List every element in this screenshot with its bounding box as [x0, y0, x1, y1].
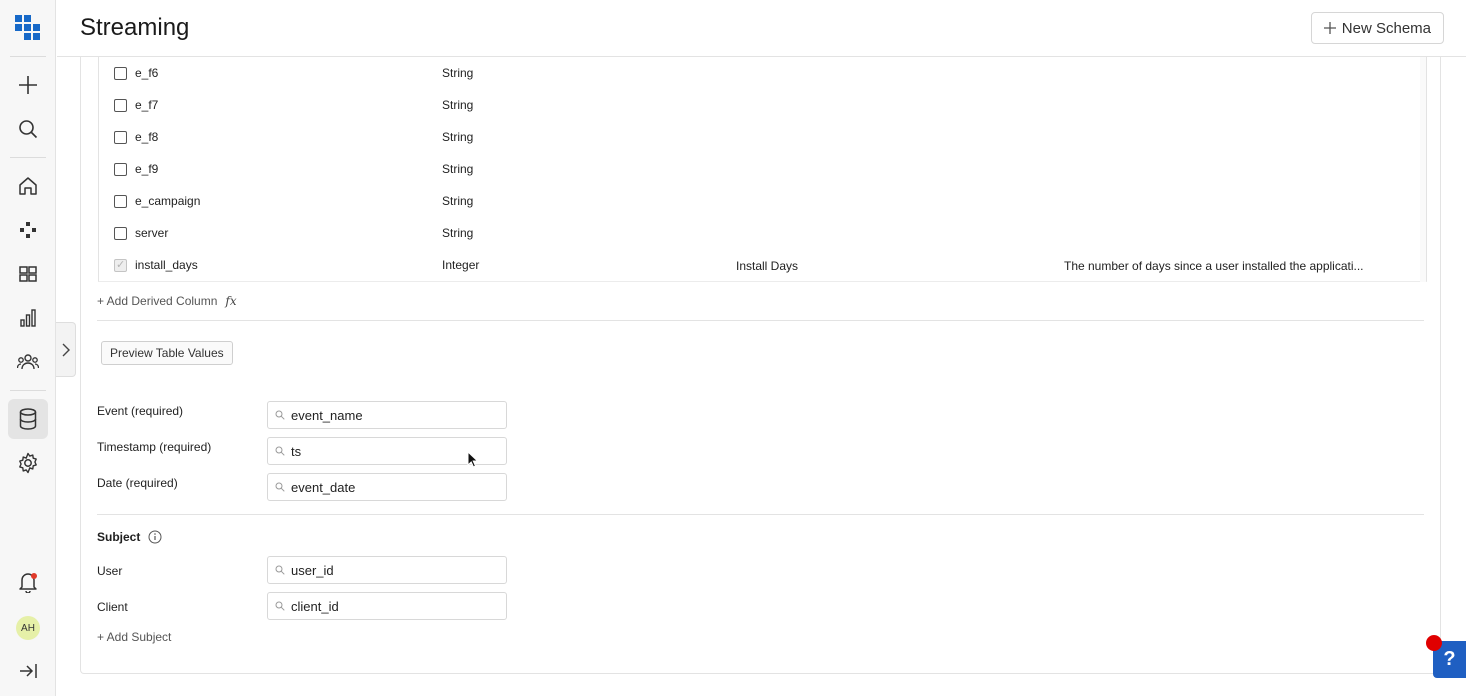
- row-checkbox[interactable]: [114, 67, 127, 80]
- user-label: User: [97, 564, 123, 578]
- search-icon: [275, 482, 285, 492]
- home-icon[interactable]: [8, 166, 48, 206]
- bar-chart-icon[interactable]: [8, 298, 48, 338]
- event-value: event_name: [291, 407, 363, 423]
- info-icon[interactable]: [148, 530, 162, 544]
- client-value: client_id: [291, 598, 339, 614]
- row-checkbox[interactable]: [114, 131, 127, 144]
- table-row: e_f6 String: [99, 57, 1419, 89]
- date-field[interactable]: event_date: [267, 473, 507, 501]
- timestamp-value: ts: [291, 443, 302, 459]
- logo-icon[interactable]: [8, 8, 48, 48]
- row-checkbox[interactable]: [114, 227, 127, 240]
- add-derived-column-button[interactable]: + Add Derived Column fx: [97, 294, 237, 308]
- event-field[interactable]: event_name: [267, 401, 507, 429]
- search-icon[interactable]: [8, 109, 48, 149]
- divider: [97, 514, 1424, 515]
- notification-dot: [31, 573, 37, 579]
- date-value: event_date: [291, 479, 356, 495]
- scrollbar[interactable]: [1420, 57, 1426, 282]
- table-row: e_campaign String: [99, 185, 1419, 217]
- add-derived-column-label: + Add Derived Column: [97, 294, 218, 308]
- table-row: e_f7 String: [99, 89, 1419, 121]
- schema-card: e_f6 String e_f7 String e_f8 String e_f9…: [80, 57, 1441, 674]
- row-checkbox[interactable]: [114, 195, 127, 208]
- sidebar-divider: [10, 157, 46, 158]
- add-subject-button[interactable]: + Add Subject: [97, 630, 171, 644]
- column-name: e_f9: [135, 162, 159, 176]
- connectors-icon[interactable]: [8, 210, 48, 250]
- page-title: Streaming: [80, 14, 190, 41]
- column-name: e_campaign: [135, 194, 201, 208]
- column-type: String: [442, 66, 474, 80]
- chevron-right-icon: [62, 343, 70, 356]
- page-header: Streaming New Schema: [57, 0, 1466, 57]
- search-icon: [275, 446, 285, 456]
- panel-toggle[interactable]: [56, 322, 76, 377]
- row-checkbox[interactable]: [114, 163, 127, 176]
- column-display-name: Install Days: [736, 259, 799, 273]
- table-row: e_f9 String: [99, 153, 1419, 185]
- sidebar-divider: [10, 56, 46, 57]
- database-icon[interactable]: [8, 399, 48, 439]
- users-icon[interactable]: [8, 342, 48, 382]
- column-type: String: [442, 162, 474, 176]
- new-schema-button[interactable]: New Schema: [1310, 12, 1444, 44]
- table-row: install_days Integer Install Days The nu…: [99, 249, 1419, 281]
- sidebar: AH: [0, 0, 56, 696]
- plus-icon[interactable]: [8, 65, 48, 105]
- function-icon: fx: [225, 294, 237, 308]
- user-field[interactable]: user_id: [267, 556, 507, 584]
- row-checkbox[interactable]: [114, 99, 127, 112]
- timestamp-label: Timestamp (required): [97, 440, 212, 454]
- column-name: install_days: [135, 258, 198, 272]
- search-icon: [275, 565, 285, 575]
- plus-icon: [1323, 22, 1336, 34]
- date-label: Date (required): [97, 476, 178, 490]
- sidebar-divider: [10, 390, 46, 391]
- divider: [97, 320, 1424, 321]
- expand-sidebar-icon[interactable]: [8, 651, 48, 691]
- mouse-cursor-icon: [467, 451, 479, 468]
- column-name: server: [135, 226, 169, 240]
- client-label: Client: [97, 600, 128, 614]
- column-type: String: [442, 194, 474, 208]
- column-type: Integer: [442, 258, 480, 272]
- subject-title: Subject: [97, 530, 141, 544]
- new-schema-label: New Schema: [1341, 19, 1431, 37]
- subject-heading: Subject: [97, 530, 162, 544]
- bell-icon[interactable]: [8, 562, 48, 602]
- search-icon: [275, 410, 285, 420]
- avatar[interactable]: AH: [16, 616, 40, 640]
- column-type: String: [442, 130, 474, 144]
- table-row: server String: [99, 217, 1419, 249]
- client-field[interactable]: client_id: [267, 592, 507, 620]
- gear-icon[interactable]: [8, 443, 48, 483]
- column-name: e_f8: [135, 130, 159, 144]
- preview-table-values-button[interactable]: Preview Table Values: [101, 341, 233, 365]
- column-type: String: [442, 98, 474, 112]
- event-label: Event (required): [97, 404, 184, 418]
- user-value: user_id: [291, 562, 334, 578]
- columns-table: e_f6 String e_f7 String e_f8 String e_f9…: [98, 57, 1427, 282]
- search-icon: [275, 601, 285, 611]
- column-name: e_f7: [135, 98, 159, 112]
- column-type: String: [442, 226, 474, 240]
- column-name: e_f6: [135, 66, 159, 80]
- row-checkbox[interactable]: [114, 258, 127, 272]
- table-row: e_f8 String: [99, 121, 1419, 153]
- help-alert-dot: [1426, 635, 1442, 651]
- dashboard-icon[interactable]: [8, 254, 48, 294]
- column-description: The number of days since a user installe…: [1064, 259, 1364, 273]
